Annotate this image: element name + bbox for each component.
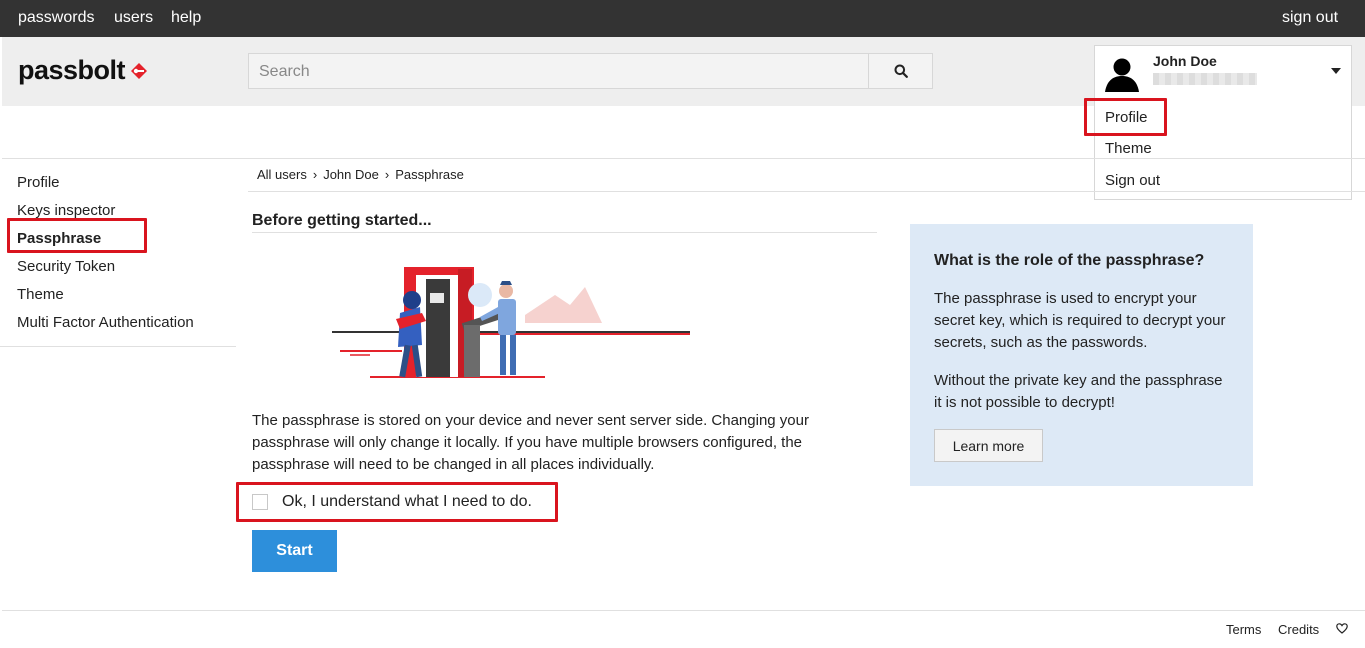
sidebar-item-keys-inspector[interactable]: Keys inspector xyxy=(17,202,115,219)
nav-sign-out-link[interactable]: sign out xyxy=(1282,9,1338,27)
passbolt-logo[interactable]: passbolt xyxy=(18,55,151,86)
breadcrumb-separator: › xyxy=(312,167,318,182)
menu-item-theme[interactable]: Theme xyxy=(1105,140,1152,157)
sidebar-item-profile[interactable]: Profile xyxy=(17,174,60,191)
user-email-redacted xyxy=(1153,73,1257,85)
breadcrumb-user[interactable]: John Doe xyxy=(323,167,379,182)
help-paragraph-1: The passphrase is used to encrypt your s… xyxy=(934,290,1226,351)
breadcrumb-separator: › xyxy=(384,167,390,182)
user-name: John Doe xyxy=(1153,53,1217,69)
sidebar-item-mfa[interactable]: Multi Factor Authentication xyxy=(17,314,194,331)
user-menu-toggle[interactable] xyxy=(1321,46,1351,96)
sidebar-item-security-token[interactable]: Security Token xyxy=(17,258,115,275)
sidebar-divider xyxy=(0,346,236,347)
help-paragraph-2: Without the private key and the passphra… xyxy=(934,372,1223,411)
highlight-understand-checkbox xyxy=(236,482,558,522)
highlight-passphrase-sidebar-item xyxy=(7,218,147,253)
breadcrumb-current: Passphrase xyxy=(395,167,464,182)
learn-more-button[interactable]: Learn more xyxy=(934,429,1043,462)
nav-help-link[interactable]: help xyxy=(171,9,201,27)
help-panel: What is the role of the passphrase? The … xyxy=(910,224,1253,486)
passphrase-description: The passphrase is stored on your device … xyxy=(252,412,809,473)
page-title: Before getting started... xyxy=(252,212,432,229)
user-badge[interactable]: John Doe xyxy=(1094,45,1352,97)
top-navigation-bar: passwords users help sign out xyxy=(0,0,1365,37)
search-icon xyxy=(894,64,908,78)
title-divider xyxy=(252,232,877,233)
logo-text: passbolt xyxy=(18,55,126,85)
nav-passwords-link[interactable]: passwords xyxy=(18,9,94,27)
help-title: What is the role of the passphrase? xyxy=(934,252,1205,269)
search-button[interactable] xyxy=(868,53,933,89)
breadcrumb: All users › John Doe › Passphrase xyxy=(257,167,464,182)
section-divider xyxy=(2,158,1365,159)
avatar-icon xyxy=(1101,52,1143,94)
heart-icon[interactable] xyxy=(1336,623,1348,634)
footer-credits-link[interactable]: Credits xyxy=(1278,622,1319,637)
highlight-profile-menu-item xyxy=(1084,98,1167,136)
start-button[interactable]: Start xyxy=(252,530,337,572)
breadcrumb-all-users[interactable]: All users xyxy=(257,167,307,182)
breadcrumb-divider xyxy=(248,191,1365,192)
caret-down-icon xyxy=(1331,68,1341,74)
footer-divider xyxy=(2,610,1365,611)
nav-users-link[interactable]: users xyxy=(114,9,153,27)
sidebar-item-theme[interactable]: Theme xyxy=(17,286,64,303)
footer-terms-link[interactable]: Terms xyxy=(1226,622,1261,637)
security-illustration xyxy=(332,267,690,378)
logo-arrow-icon xyxy=(131,62,148,79)
menu-item-sign-out[interactable]: Sign out xyxy=(1105,172,1160,189)
search-input[interactable]: Search xyxy=(248,53,869,89)
